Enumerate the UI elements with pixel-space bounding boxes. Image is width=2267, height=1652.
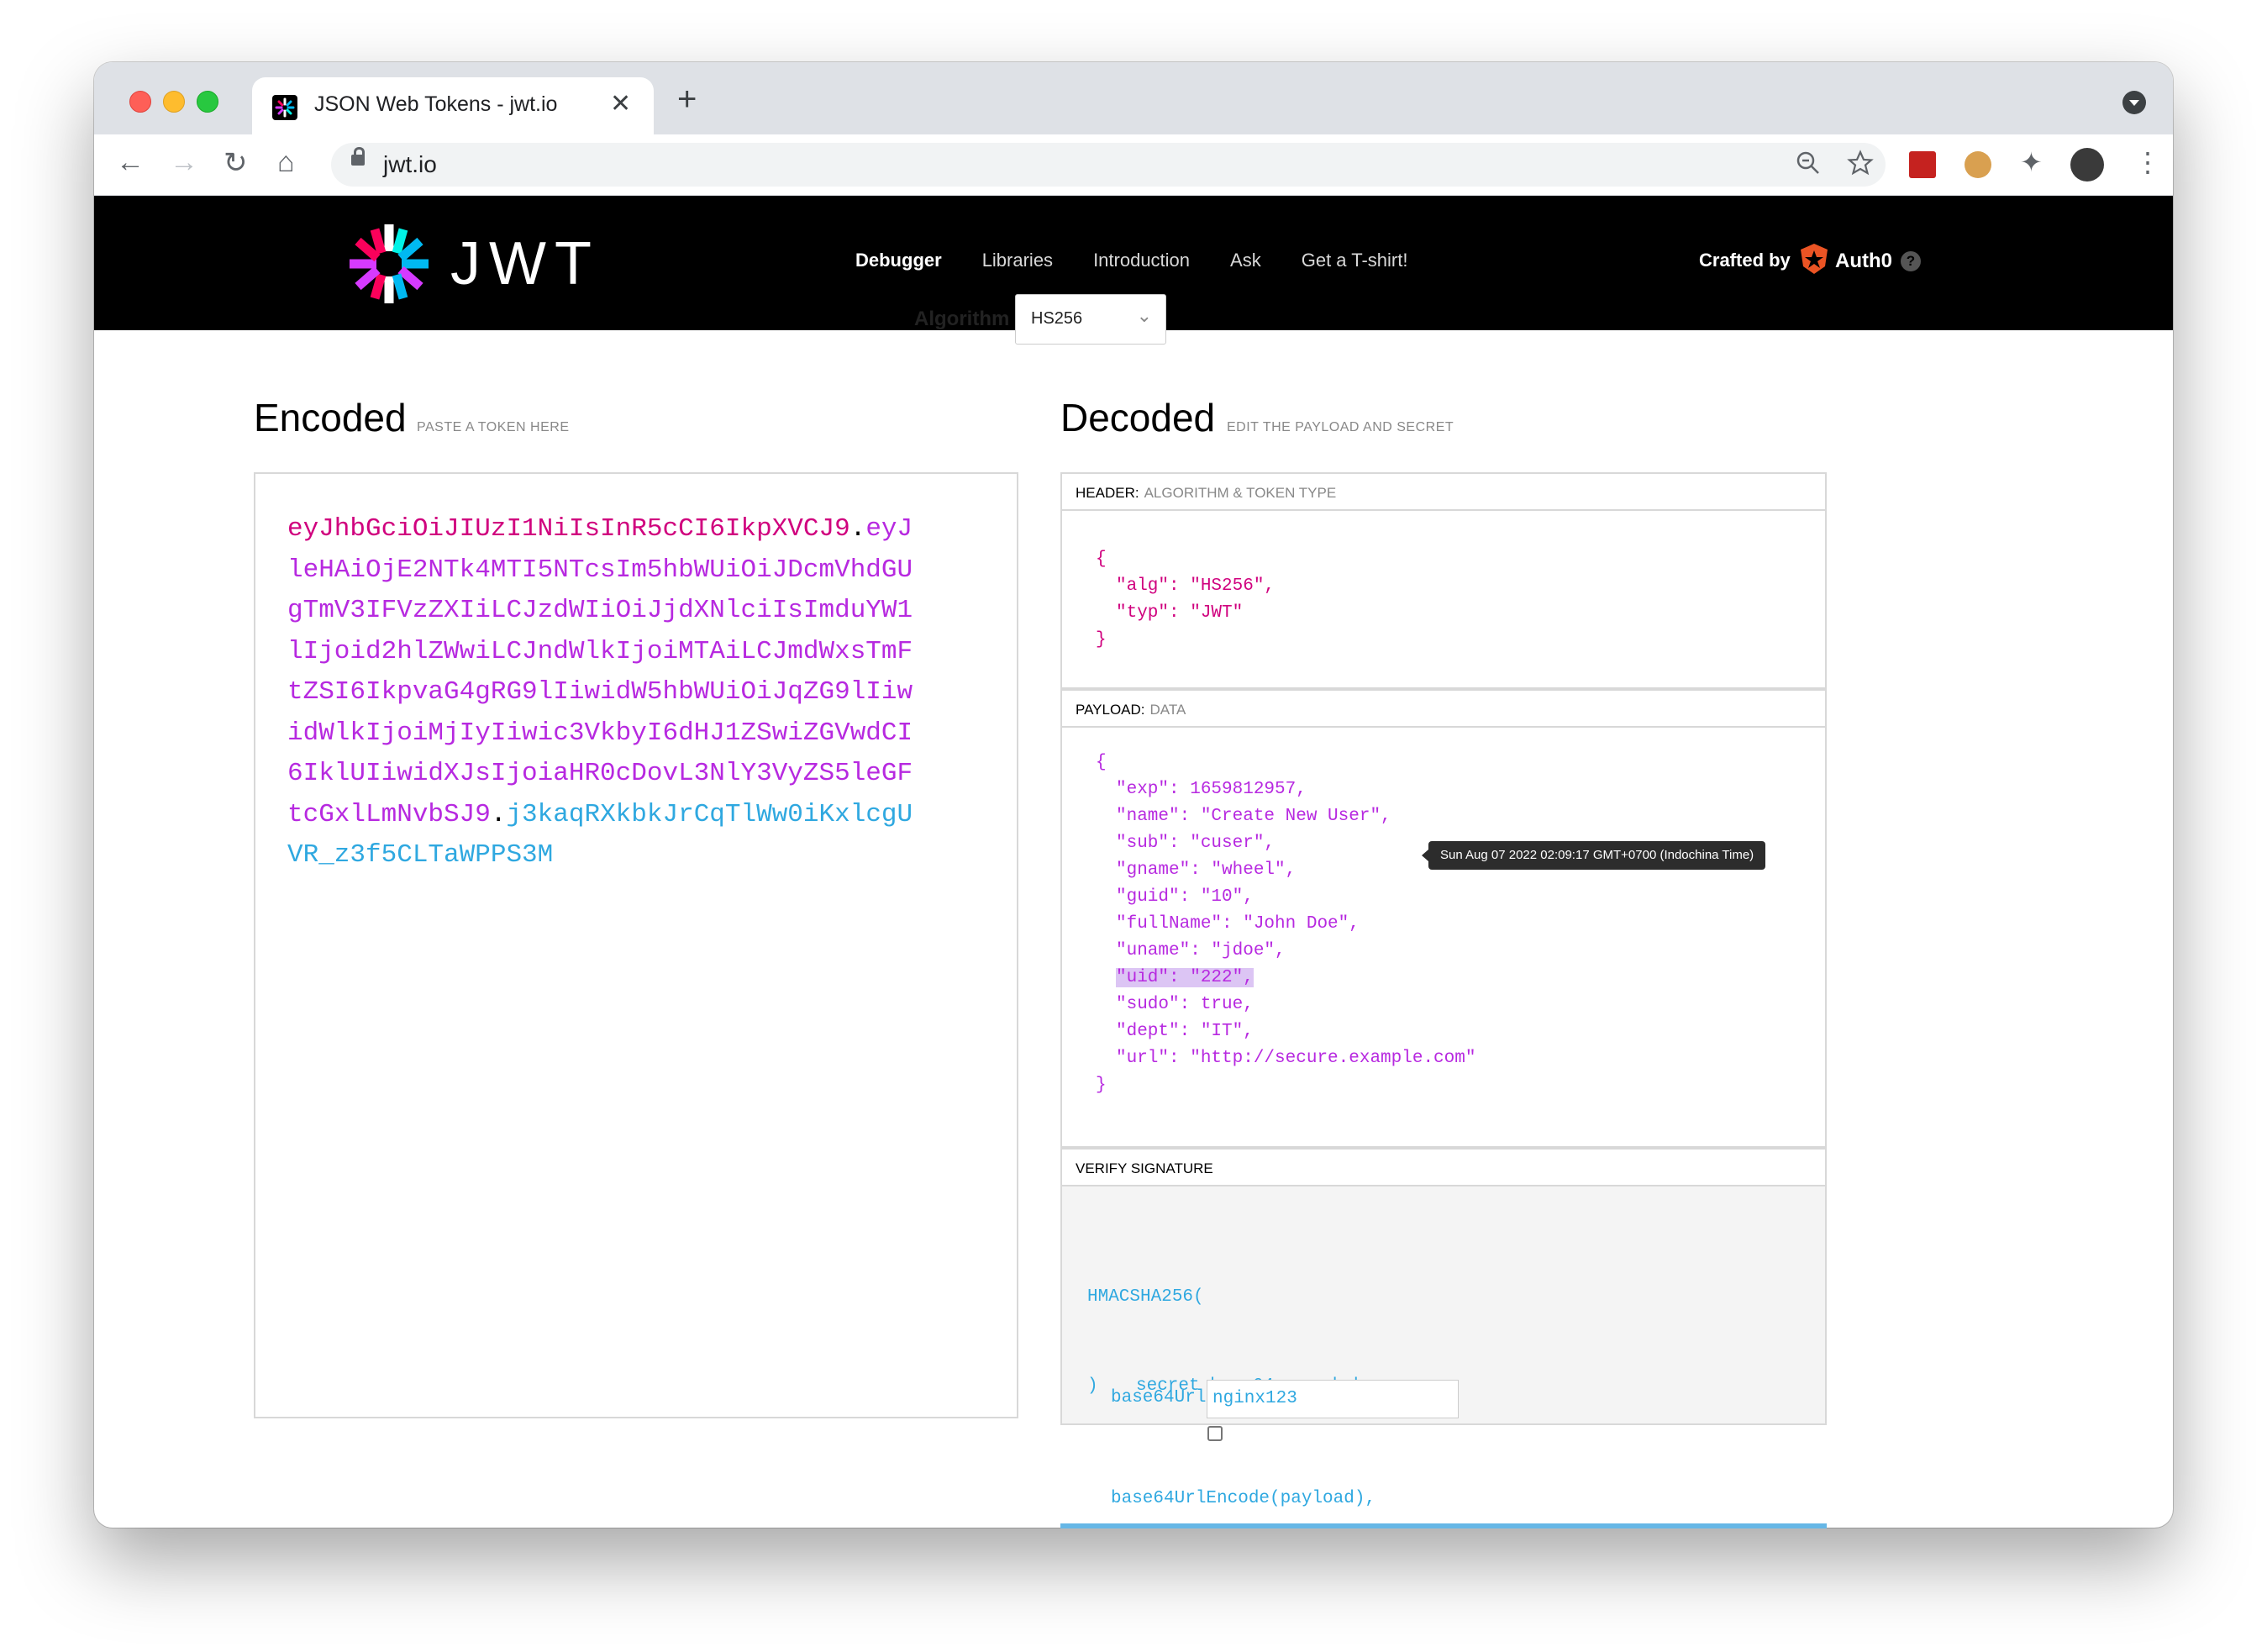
json-close-brace: } (1096, 630, 1107, 650)
encoded-token-text[interactable]: eyJhbGciOiJIUzI1NiIsInR5cCI6IkpXVCJ9.eyJ… (287, 509, 926, 876)
browser-toolbar: ← → ↻ ⌂ jwt.io ✦ ⋮ (94, 134, 2173, 196)
extension-red-icon[interactable] (1909, 151, 1936, 178)
json-line-fullname[interactable]: "fullName": "John Doe", (1096, 911, 1475, 938)
header-json-editor[interactable]: { "alg": "HS256", "typ": "JWT"} (1060, 511, 1827, 689)
payload-sublabel: DATA (1149, 702, 1186, 718)
site-nav: Debugger Libraries Introduction Ask Get … (855, 250, 1407, 271)
extensions-puzzle-icon[interactable]: ✦ (2020, 146, 2047, 177)
token-payload-segment: eyJleHAiOjE2NTk4MTI5NTcsIm5hbWUiOiJDcmVh… (287, 514, 913, 829)
signature-verified-bar (1060, 1523, 1827, 1528)
help-icon[interactable]: ? (1901, 251, 1921, 271)
exp-tooltip: Sun Aug 07 2022 02:09:17 GMT+0700 (Indoc… (1421, 841, 1766, 870)
json-open-brace: { (1096, 550, 1107, 569)
browser-tab[interactable]: JSON Web Tokens - jwt.io ✕ (252, 77, 654, 136)
address-bar[interactable]: jwt.io (331, 143, 1886, 187)
nav-libraries[interactable]: Libraries (982, 250, 1053, 271)
tab-title: JSON Web Tokens - jwt.io (314, 92, 558, 116)
algorithm-label: Algorithm (914, 308, 1010, 330)
json-line-sub[interactable]: "sub": "cuser", (1096, 830, 1475, 857)
hmac-fn: HMACSHA256( (1087, 1287, 1204, 1307)
crafted-by-label: Crafted by (1699, 250, 1791, 271)
header-sublabel: ALGORITHM & TOKEN TYPE (1144, 485, 1337, 501)
token-header-segment: eyJhbGciOiJIUzI1NiIsInR5cCI6IkpXVCJ9 (287, 514, 850, 544)
payload-json-editor[interactable]: { "exp": 1659812957, "name": "Create New U… (1060, 728, 1827, 1148)
nav-introduction[interactable]: Introduction (1093, 250, 1190, 271)
minimize-window-button[interactable] (163, 91, 185, 113)
json-line-dept[interactable]: "dept": "IT", (1096, 1018, 1475, 1045)
token-dot: . (849, 514, 866, 544)
json-close-brace: } (1096, 1076, 1107, 1095)
decoded-subtitle: EDIT THE PAYLOAD AND SECRET (1227, 420, 1454, 434)
chrome-menu-icon[interactable]: ⋮ (2134, 146, 2161, 178)
json-line-alg[interactable]: "alg": "HS256", (1096, 573, 1275, 600)
token-dot: . (490, 799, 507, 829)
json-line-sudo[interactable]: "sudo": true, (1096, 992, 1475, 1018)
secret-base64-checkbox[interactable] (1207, 1426, 1223, 1441)
json-line-name[interactable]: "name": "Create New User", (1096, 803, 1475, 830)
chevron-down-icon: ⌄ (1136, 305, 1152, 326)
json-line-guid[interactable]: "guid": "10", (1096, 884, 1475, 911)
close-window-button[interactable] (129, 91, 151, 113)
json-line-exp[interactable]: "exp": 1659812957, (1096, 776, 1475, 803)
encoded-subtitle: PASTE A TOKEN HERE (417, 420, 570, 434)
auth0-shield-icon[interactable] (1800, 243, 1828, 275)
nav-debugger[interactable]: Debugger (855, 250, 942, 271)
json-line-typ[interactable]: "typ": "JWT" (1096, 600, 1275, 627)
verify-close-paren: ) (1087, 1376, 1098, 1396)
star-icon[interactable] (1847, 150, 1874, 183)
tab-close-icon[interactable]: ✕ (610, 89, 631, 118)
encoded-title: Encoded (254, 396, 407, 439)
jwt-favicon-icon (272, 95, 297, 120)
json-line-url[interactable]: "url": "http://secure.example.com" (1096, 1045, 1475, 1072)
encoded-token-textarea[interactable]: eyJhbGciOiJIUzI1NiIsInR5cCI6IkpXVCJ9.eyJ… (254, 472, 1018, 1418)
home-icon[interactable]: ⌂ (277, 146, 295, 179)
profile-avatar[interactable] (2070, 148, 2104, 182)
payload-section-title: PAYLOAD: DATA (1060, 689, 1827, 728)
cookie-extension-icon[interactable] (1965, 151, 1991, 178)
jwt-logo-icon[interactable] (348, 223, 430, 305)
logo-text[interactable]: JWT (450, 229, 600, 298)
maximize-window-button[interactable] (197, 91, 218, 113)
zoom-icon[interactable] (1795, 150, 1822, 183)
tab-strip: JSON Web Tokens - jwt.io ✕ + (94, 62, 2173, 136)
header-label: HEADER: (1076, 485, 1139, 501)
nav-tshirt[interactable]: Get a T-shirt! (1302, 250, 1408, 271)
header-section-title: HEADER: ALGORITHM & TOKEN TYPE (1060, 472, 1827, 511)
secret-input[interactable]: nginx123 (1207, 1380, 1459, 1418)
decoded-panel: HEADER: ALGORITHM & TOKEN TYPE { "alg": "H… (1060, 472, 1827, 1508)
json-open-brace: { (1096, 753, 1107, 772)
verify-line-payload: base64UrlEncode(payload), (1111, 1489, 1376, 1508)
payload-json-code[interactable]: { "exp": 1659812957, "name": "Create New U… (1096, 750, 1475, 1099)
nav-ask[interactable]: Ask (1230, 250, 1261, 271)
json-line-uname[interactable]: "uname": "jdoe", (1096, 938, 1475, 965)
algorithm-select[interactable]: HS256 ⌄ (1015, 294, 1166, 345)
tab-search-icon[interactable] (2122, 91, 2146, 114)
payload-label: PAYLOAD: (1076, 702, 1145, 718)
algorithm-value: HS256 (1031, 309, 1083, 328)
new-tab-button[interactable]: + (677, 81, 697, 118)
verify-label: VERIFY SIGNATURE (1076, 1160, 1213, 1176)
json-line-gname[interactable]: "gname": "wheel", (1096, 857, 1475, 884)
forward-icon[interactable]: → (170, 146, 198, 179)
verify-section-title: VERIFY SIGNATURE (1060, 1148, 1827, 1186)
json-line-uid[interactable]: "uid": "222", (1096, 965, 1475, 992)
decoded-title: Decoded (1060, 396, 1216, 439)
lock-icon[interactable] (351, 147, 365, 166)
url-text[interactable]: jwt.io (383, 151, 437, 178)
back-icon[interactable]: ← (116, 146, 145, 179)
header-json-code[interactable]: { "alg": "HS256", "typ": "JWT"} (1096, 546, 1275, 654)
reload-icon[interactable]: ↻ (224, 146, 248, 180)
auth0-link[interactable]: Auth0 (1835, 250, 1892, 273)
